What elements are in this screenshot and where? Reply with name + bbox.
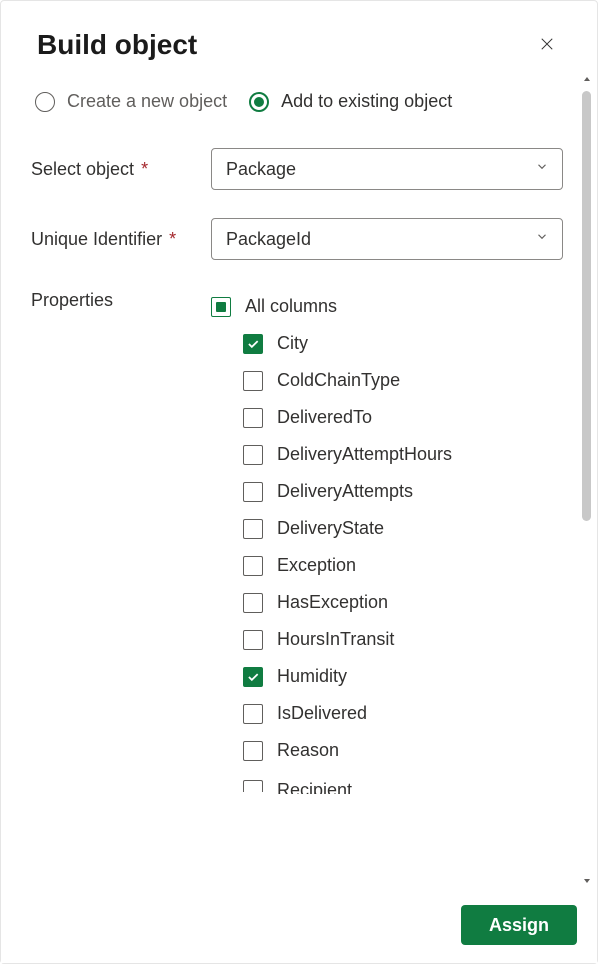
- select-object-label: Select object *: [31, 159, 211, 180]
- radio-icon: [249, 92, 269, 112]
- scroll-area: Create a new object Add to existing obje…: [1, 71, 597, 889]
- checkbox-property[interactable]: Recipient: [211, 769, 563, 802]
- properties-list: All columns City ColdChainType DeliveredTo…: [211, 288, 563, 798]
- property-label: Exception: [277, 555, 356, 576]
- scroll-up-arrow[interactable]: [579, 71, 595, 87]
- checkbox-property[interactable]: IsDelivered: [211, 695, 563, 732]
- required-asterisk: *: [141, 159, 148, 179]
- checkbox-icon: [243, 482, 263, 502]
- select-value: Package: [226, 159, 296, 180]
- property-label: IsDelivered: [277, 703, 367, 724]
- checkbox-icon: [243, 445, 263, 465]
- property-label: City: [277, 333, 308, 354]
- select-value: PackageId: [226, 229, 311, 250]
- radio-label: Add to existing object: [281, 91, 452, 112]
- properties-row: Properties All columns City ColdChainType…: [31, 288, 563, 798]
- checkbox-property[interactable]: DeliveryState: [211, 510, 563, 547]
- unique-identifier-dropdown[interactable]: PackageId: [211, 218, 563, 260]
- checkbox-icon: [243, 334, 263, 354]
- radio-icon: [35, 92, 55, 112]
- property-label: ColdChainType: [277, 370, 400, 391]
- radio-create-new[interactable]: Create a new object: [35, 91, 227, 112]
- build-object-panel: Build object Create a new object Add to …: [0, 0, 598, 964]
- property-label: DeliveryAttemptHours: [277, 444, 452, 465]
- panel-header: Build object: [1, 1, 597, 71]
- scroll-thumb[interactable]: [582, 91, 591, 521]
- panel-title: Build object: [37, 29, 197, 61]
- property-label: DeliveryAttempts: [277, 481, 413, 502]
- checkbox-icon: [243, 519, 263, 539]
- radio-label: Create a new object: [67, 91, 227, 112]
- checkbox-property[interactable]: ColdChainType: [211, 362, 563, 399]
- scrollbar[interactable]: [579, 71, 595, 889]
- radio-add-existing[interactable]: Add to existing object: [249, 91, 452, 112]
- checkbox-icon: [243, 704, 263, 724]
- unique-identifier-row: Unique Identifier * PackageId: [31, 218, 563, 260]
- checkbox-icon: [243, 741, 263, 761]
- property-label: DeliveredTo: [277, 407, 372, 428]
- checkbox-property[interactable]: DeliveredTo: [211, 399, 563, 436]
- checkbox-icon: [243, 630, 263, 650]
- property-label: HasException: [277, 592, 388, 613]
- checkbox-icon: [243, 408, 263, 428]
- checkbox-property[interactable]: Exception: [211, 547, 563, 584]
- property-label: HoursInTransit: [277, 629, 394, 650]
- mode-radio-group: Create a new object Add to existing obje…: [31, 91, 563, 112]
- property-label: Recipient: [277, 777, 352, 794]
- checkbox-icon: [243, 780, 263, 792]
- checkbox-property[interactable]: DeliveryAttemptHours: [211, 436, 563, 473]
- checkbox-icon: [211, 297, 231, 317]
- select-object-dropdown[interactable]: Package: [211, 148, 563, 190]
- panel-footer: Assign: [1, 889, 597, 963]
- checkbox-icon: [243, 556, 263, 576]
- checkbox-label: All columns: [245, 296, 337, 317]
- checkbox-property[interactable]: Reason: [211, 732, 563, 769]
- checkbox-property[interactable]: HoursInTransit: [211, 621, 563, 658]
- assign-button[interactable]: Assign: [461, 905, 577, 945]
- unique-identifier-label: Unique Identifier *: [31, 229, 211, 250]
- checkbox-all-columns[interactable]: All columns: [211, 288, 563, 325]
- close-button[interactable]: [531, 29, 563, 61]
- checkbox-property[interactable]: DeliveryAttempts: [211, 473, 563, 510]
- property-label: DeliveryState: [277, 518, 384, 539]
- select-object-row: Select object * Package: [31, 148, 563, 190]
- checkbox-property[interactable]: Humidity: [211, 658, 563, 695]
- checkbox-icon: [243, 593, 263, 613]
- checkbox-icon: [243, 371, 263, 391]
- required-asterisk: *: [169, 229, 176, 249]
- property-label: Humidity: [277, 666, 347, 687]
- checkbox-icon: [243, 667, 263, 687]
- checkbox-property[interactable]: HasException: [211, 584, 563, 621]
- close-icon: [538, 35, 556, 56]
- property-label: Reason: [277, 740, 339, 761]
- scroll-down-arrow[interactable]: [579, 873, 595, 889]
- properties-label: Properties: [31, 288, 211, 311]
- checkbox-property[interactable]: City: [211, 325, 563, 362]
